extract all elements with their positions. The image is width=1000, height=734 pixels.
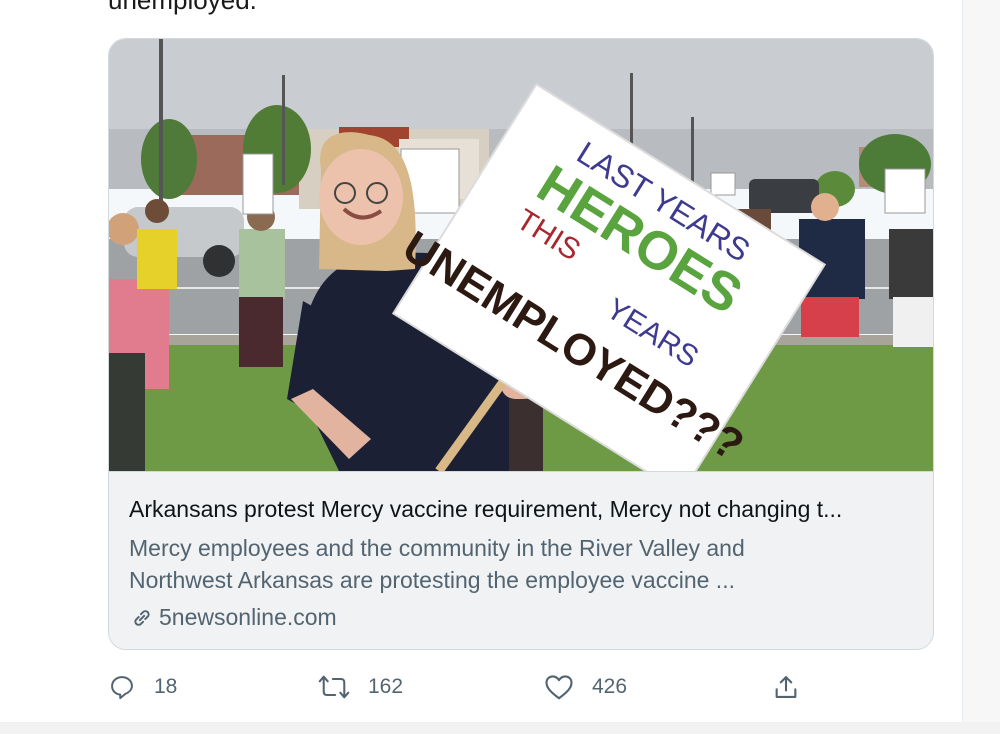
link-icon: [134, 609, 150, 626]
card-domain-row: 5newsonline.com: [129, 604, 337, 631]
share-icon: [775, 676, 797, 698]
like-icon: [545, 675, 573, 700]
reply-button[interactable]: 18: [108, 670, 177, 704]
retweet-count: 162: [368, 675, 404, 698]
article-thumbnail[interactable]: LAST YEARS HEROES THIS YEARS UNEMPLOYED?…: [109, 39, 933, 471]
like-button[interactable]: 426: [544, 670, 627, 704]
card-description: Mercy employees and the community in the…: [129, 535, 745, 593]
link-card[interactable]: LAST YEARS HEROES THIS YEARS UNEMPLOYED?…: [108, 38, 934, 650]
reply-icon: [111, 676, 133, 700]
card-domain: 5newsonline.com: [159, 604, 337, 630]
page-background-strip: [0, 722, 1000, 734]
reply-count: 18: [154, 675, 178, 698]
tweet: unemployed. LAST YEARS HEROES THIS YEARS…: [0, 0, 963, 722]
share-button[interactable]: [772, 670, 818, 704]
like-count: 426: [592, 675, 628, 698]
card-title: Arkansans protest Mercy vaccine requirem…: [129, 496, 843, 522]
tweet-text-tail: unemployed.: [108, 0, 257, 15]
card-info[interactable]: Arkansans protest Mercy vaccine requirem…: [109, 471, 933, 649]
retweet-button[interactable]: 162: [318, 670, 403, 704]
retweet-icon: [318, 675, 350, 699]
